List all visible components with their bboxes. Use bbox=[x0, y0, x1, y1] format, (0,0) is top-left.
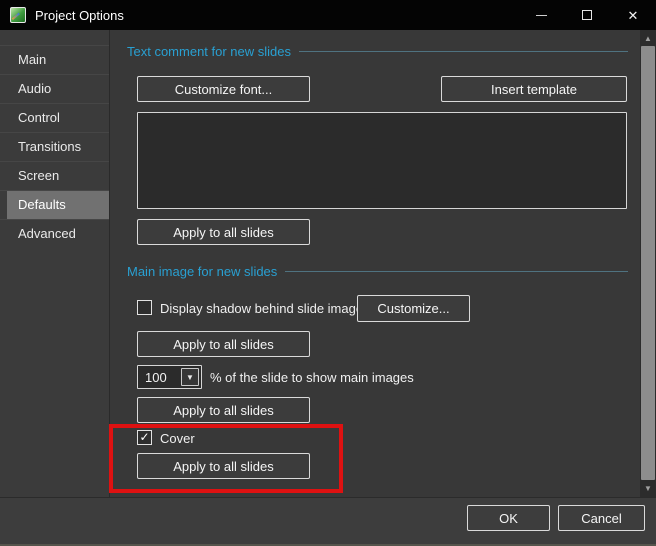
section-text-comment-header: Text comment for new slides bbox=[127, 44, 628, 59]
sidebar-item-screen[interactable]: Screen bbox=[0, 161, 109, 190]
sidebar-item-defaults[interactable]: Defaults bbox=[0, 190, 109, 219]
project-options-dialog: Project Options ✕ Main Audio Control Tra… bbox=[0, 0, 656, 546]
close-button[interactable]: ✕ bbox=[610, 0, 656, 30]
window-controls: ✕ bbox=[518, 0, 656, 30]
vertical-scrollbar[interactable]: ▲ ▼ bbox=[640, 30, 656, 497]
scroll-down-button[interactable]: ▼ bbox=[640, 480, 656, 496]
close-icon: ✕ bbox=[628, 9, 639, 22]
app-icon bbox=[10, 7, 26, 23]
sidebar-item-main[interactable]: Main bbox=[0, 45, 109, 74]
sidebar-item-advanced[interactable]: Advanced bbox=[0, 219, 109, 248]
percent-dropdown[interactable]: 100 ▼ bbox=[137, 365, 202, 389]
window-title: Project Options bbox=[35, 8, 124, 23]
percent-dropdown-button[interactable]: ▼ bbox=[181, 368, 199, 386]
section-main-image-header: Main image for new slides bbox=[127, 264, 628, 279]
customize-font-button[interactable]: Customize font... bbox=[137, 76, 310, 102]
minimize-icon bbox=[536, 15, 547, 16]
percent-label: % of the slide to show main images bbox=[210, 370, 414, 385]
cover-checkbox[interactable]: ✓ bbox=[137, 430, 152, 445]
section-divider-line bbox=[285, 271, 628, 272]
insert-template-button[interactable]: Insert template bbox=[441, 76, 627, 102]
cancel-button[interactable]: Cancel bbox=[558, 505, 645, 531]
cover-label: Cover bbox=[160, 431, 195, 446]
ok-button[interactable]: OK bbox=[467, 505, 550, 531]
sidebar-item-transitions[interactable]: Transitions bbox=[0, 132, 109, 161]
maximize-button[interactable] bbox=[564, 0, 610, 30]
display-shadow-checkbox[interactable] bbox=[137, 300, 152, 315]
minimize-button[interactable] bbox=[518, 0, 564, 30]
scroll-up-button[interactable]: ▲ bbox=[640, 30, 656, 46]
scroll-up-icon: ▲ bbox=[644, 34, 652, 43]
apply-to-all-slides-button-shadow[interactable]: Apply to all slides bbox=[137, 331, 310, 357]
apply-to-all-slides-button-comment[interactable]: Apply to all slides bbox=[137, 219, 310, 245]
section-title: Main image for new slides bbox=[127, 264, 277, 279]
section-divider-line bbox=[299, 51, 628, 52]
check-icon: ✓ bbox=[139, 431, 149, 443]
titlebar: Project Options ✕ bbox=[0, 0, 656, 30]
maximize-icon bbox=[582, 10, 592, 20]
sidebar: Main Audio Control Transitions Screen De… bbox=[0, 30, 110, 497]
sidebar-spacer bbox=[0, 30, 109, 45]
sidebar-item-control[interactable]: Control bbox=[0, 103, 109, 132]
display-shadow-label: Display shadow behind slide image bbox=[160, 301, 363, 316]
apply-to-all-slides-button-percent[interactable]: Apply to all slides bbox=[137, 397, 310, 423]
apply-to-all-slides-button-cover[interactable]: Apply to all slides bbox=[137, 453, 310, 479]
sidebar-item-audio[interactable]: Audio bbox=[0, 74, 109, 103]
customize-shadow-button[interactable]: Customize... bbox=[357, 295, 470, 322]
scroll-down-icon: ▼ bbox=[644, 484, 652, 493]
percent-dropdown-value: 100 bbox=[145, 370, 167, 385]
chevron-down-icon: ▼ bbox=[186, 373, 194, 382]
text-comment-input[interactable] bbox=[137, 112, 627, 209]
section-title: Text comment for new slides bbox=[127, 44, 291, 59]
scrollbar-thumb[interactable] bbox=[641, 46, 655, 480]
